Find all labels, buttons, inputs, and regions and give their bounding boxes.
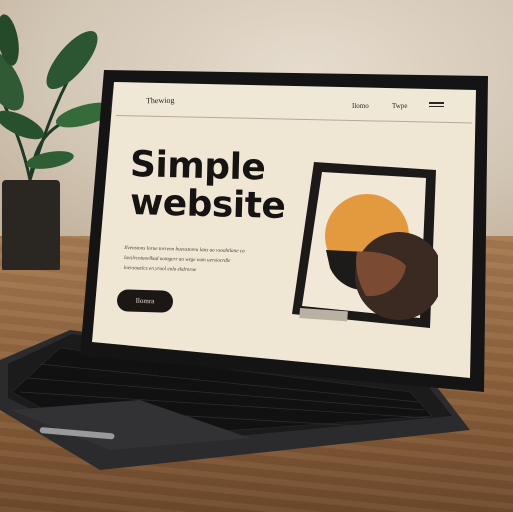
cta-button[interactable]: Ilomra bbox=[116, 289, 174, 313]
hamburger-menu-icon[interactable] bbox=[429, 102, 444, 109]
nav-link-1[interactable]: Ilomo bbox=[352, 102, 369, 110]
hero-body-text: Ilvenstons lorue torrenn buenstoreu lans… bbox=[123, 245, 245, 274]
hero-artwork bbox=[292, 162, 438, 328]
nav-link-2[interactable]: Twpe bbox=[392, 102, 407, 110]
hero-headline: Simple website bbox=[129, 144, 310, 227]
headline-line-2: website bbox=[129, 182, 286, 228]
site-brand[interactable]: Thewiog bbox=[146, 96, 175, 105]
